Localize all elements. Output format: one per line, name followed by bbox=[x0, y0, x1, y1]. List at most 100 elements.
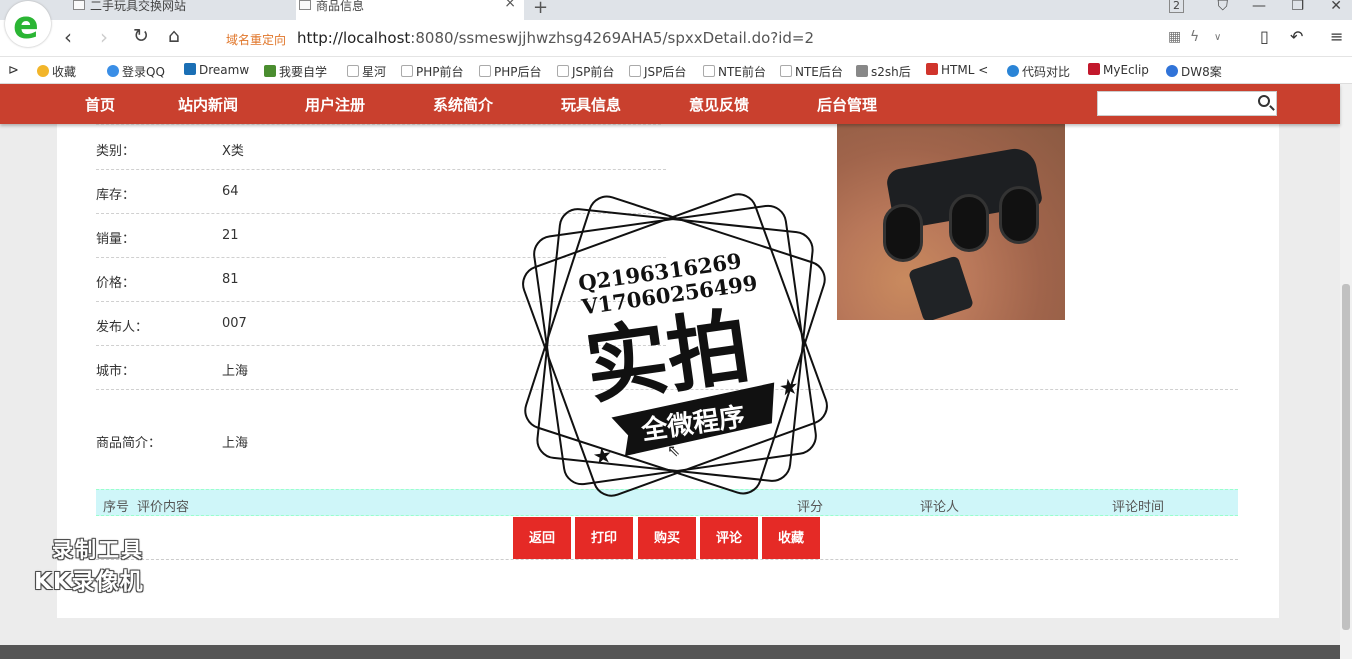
page-scrollbar[interactable] bbox=[1340, 84, 1352, 659]
chevron-down-icon[interactable]: ∨ bbox=[1214, 32, 1221, 43]
redirect-label[interactable]: 域名重定向 bbox=[226, 31, 286, 48]
image-icon bbox=[856, 65, 868, 77]
qr-icon[interactable]: ▦ bbox=[1168, 29, 1181, 45]
field-value: 81 bbox=[222, 272, 239, 287]
close-icon[interactable]: × bbox=[504, 0, 516, 10]
col-header: 评价内容 bbox=[137, 500, 190, 515]
favorite-button[interactable]: 收藏 bbox=[762, 517, 820, 559]
restore-icon[interactable]: ❐ bbox=[1291, 0, 1304, 14]
sidebar-toggle-icon[interactable]: ⊳ bbox=[8, 63, 19, 78]
recorder-line1: 录制工具 bbox=[52, 538, 144, 562]
field-value: 21 bbox=[222, 228, 239, 243]
bookmark-item[interactable]: NTE前台 bbox=[703, 63, 766, 80]
divider bbox=[96, 559, 1238, 560]
back-icon[interactable]: ‹ bbox=[64, 25, 72, 49]
field-label: 发布人： bbox=[96, 320, 149, 335]
recorder-watermark: 录制工具 KK录像机 bbox=[32, 532, 174, 595]
paw-icon bbox=[1166, 65, 1178, 77]
forward-icon[interactable]: › bbox=[100, 25, 108, 49]
study-icon bbox=[264, 65, 276, 77]
field-label: 销量： bbox=[96, 232, 136, 247]
field-label: 商品简介： bbox=[96, 436, 162, 451]
bookmark-item[interactable]: 收藏 bbox=[37, 63, 76, 80]
bookmark-item[interactable]: PHP后台 bbox=[479, 63, 542, 80]
bookmark-item[interactable]: PHP前台 bbox=[401, 63, 464, 80]
divider bbox=[96, 124, 661, 125]
bookmark-item[interactable]: s2sh后 bbox=[856, 63, 911, 80]
qq-icon bbox=[107, 65, 119, 77]
home-icon[interactable]: ⌂ bbox=[168, 25, 180, 47]
page-icon bbox=[629, 65, 641, 77]
myeclipse-icon bbox=[1088, 63, 1100, 75]
bookmark-item[interactable]: JSP前台 bbox=[557, 63, 614, 80]
bookmark-item[interactable]: NTE后台 bbox=[780, 63, 843, 80]
star-icon bbox=[37, 65, 49, 77]
bookmark-item[interactable]: MyEclip bbox=[1088, 63, 1149, 77]
site-nav: 首页 站内新闻 用户注册 系统简介 玩具信息 意见反馈 后台管理 bbox=[0, 84, 1340, 124]
bookmarks-bar: ⊳ 收藏 登录QQ Dreamw 我要自学 星河 PHP前台 PHP后台 JSP… bbox=[0, 57, 1352, 84]
page-icon bbox=[401, 65, 413, 77]
new-tab-icon[interactable]: + bbox=[533, 0, 548, 18]
col-header: 评论人 bbox=[920, 500, 960, 515]
address-bar: ‹ › ↻ ⌂ 域名重定向 http://localhost:8080/ssme… bbox=[0, 20, 1352, 57]
page-icon bbox=[557, 65, 569, 77]
browser-logo[interactable]: e bbox=[5, 1, 51, 47]
page-icon bbox=[780, 65, 792, 77]
nav-admin[interactable]: 后台管理 bbox=[817, 94, 877, 115]
nav-about[interactable]: 系统简介 bbox=[433, 94, 493, 115]
field-value: X类 bbox=[222, 144, 244, 159]
page-icon bbox=[73, 0, 85, 10]
tab-title: 二手玩具交换网站 bbox=[90, 0, 187, 13]
product-photo bbox=[837, 124, 1065, 320]
refresh-icon[interactable]: ↻ bbox=[133, 25, 149, 47]
field-label: 价格： bbox=[96, 276, 136, 291]
bookmark-item[interactable]: 登录QQ bbox=[107, 63, 165, 80]
window-close-icon[interactable]: ✕ bbox=[1330, 0, 1342, 14]
bookmark-item[interactable]: Dreamw bbox=[184, 63, 249, 77]
star-icon: ★ bbox=[777, 374, 800, 402]
nav-feedback[interactable]: 意见反馈 bbox=[689, 94, 749, 115]
buy-button[interactable]: 购买 bbox=[638, 517, 696, 559]
bookmark-item[interactable]: 我要自学 bbox=[264, 63, 327, 80]
shirt-icon[interactable]: ⛉ bbox=[1218, 0, 1229, 14]
field-label: 城市： bbox=[96, 364, 136, 379]
menu-icon[interactable]: ≡ bbox=[1330, 27, 1343, 46]
nav-register[interactable]: 用户注册 bbox=[305, 94, 365, 115]
search-icon[interactable] bbox=[1258, 95, 1270, 107]
divider bbox=[96, 169, 666, 170]
comment-button[interactable]: 评论 bbox=[700, 517, 758, 559]
nav-news[interactable]: 站内新闻 bbox=[178, 94, 238, 115]
bookmark-item[interactable]: HTML < bbox=[926, 63, 988, 77]
bookmark-item[interactable]: JSP后台 bbox=[629, 63, 686, 80]
scrollbar-thumb[interactable] bbox=[1342, 284, 1350, 630]
browser-tab-strip: 二手玩具交换网站 商品信息 × + 2 ⛉ — ❐ ✕ bbox=[0, 0, 1352, 20]
minimize-icon[interactable]: — bbox=[1252, 0, 1266, 14]
tab-title: 商品信息 bbox=[316, 0, 365, 13]
bookmark-item[interactable]: DW8案 bbox=[1166, 63, 1222, 80]
undo-icon[interactable]: ↶ bbox=[1290, 27, 1303, 46]
field-value: 64 bbox=[222, 184, 239, 199]
browser-tab-active[interactable]: 商品信息 × bbox=[296, 0, 524, 20]
page-icon bbox=[703, 65, 715, 77]
field-value: 上海 bbox=[222, 364, 249, 379]
search-box bbox=[1097, 91, 1277, 116]
back-button[interactable]: 返回 bbox=[513, 517, 571, 559]
field-label: 库存： bbox=[96, 188, 136, 203]
field-value: 上海 bbox=[222, 436, 249, 451]
url-field[interactable]: http://localhost:8080/ssmeswjjhwzhsg4269… bbox=[297, 29, 814, 47]
compare-icon bbox=[1007, 65, 1019, 77]
tab-count-badge[interactable]: 2 bbox=[1169, 0, 1184, 13]
browser-tab[interactable]: 二手玩具交换网站 bbox=[70, 0, 292, 20]
star-icon: ★ bbox=[591, 443, 614, 471]
bolt-icon[interactable]: ϟ bbox=[1190, 29, 1199, 45]
print-button[interactable]: 打印 bbox=[575, 517, 633, 559]
nav-home[interactable]: 首页 bbox=[85, 94, 115, 115]
search-input[interactable] bbox=[1098, 92, 1248, 114]
nav-toys[interactable]: 玩具信息 bbox=[561, 94, 621, 115]
bookmark-item[interactable]: 星河 bbox=[347, 63, 386, 80]
page-icon bbox=[299, 0, 311, 10]
reader-icon[interactable]: ▯ bbox=[1260, 27, 1269, 46]
remote-control-image bbox=[907, 255, 975, 320]
mouse-cursor-icon: ⇖ bbox=[667, 441, 681, 460]
bookmark-item[interactable]: 代码对比 bbox=[1007, 63, 1070, 80]
